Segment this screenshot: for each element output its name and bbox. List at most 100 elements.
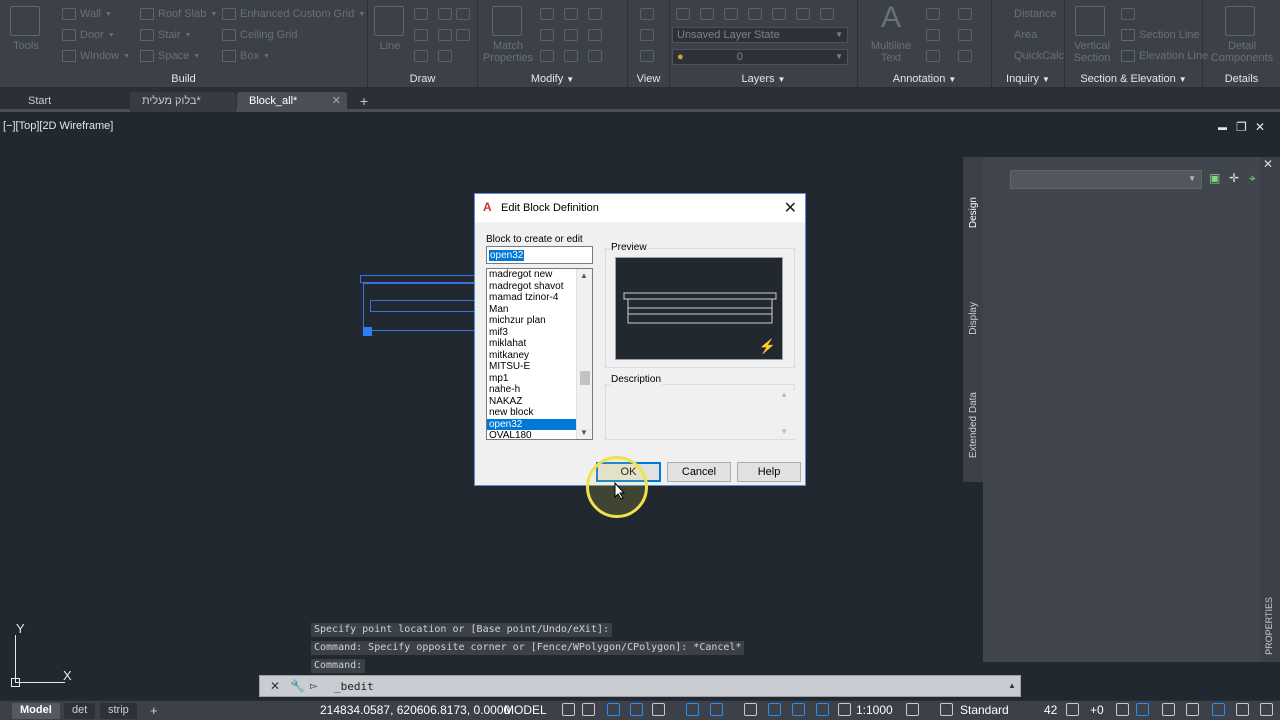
annotation-monitor-icon[interactable] <box>940 703 953 716</box>
tab-extended-data[interactable]: Extended Data <box>968 392 979 458</box>
block-list-item[interactable]: Man <box>487 304 576 316</box>
fullscreen-icon[interactable] <box>1260 703 1273 716</box>
polyline-icon[interactable] <box>414 8 428 20</box>
annotation-title[interactable]: Annotation ▼ <box>858 73 991 85</box>
new-tab-button[interactable]: + <box>352 92 376 112</box>
window-tool[interactable]: Window ▼ <box>62 50 130 62</box>
block-list-item[interactable]: miklahat <box>487 338 576 350</box>
object-snap-icon[interactable] <box>744 703 757 716</box>
view-title[interactable]: View <box>628 73 669 85</box>
tools-icon[interactable] <box>10 6 40 36</box>
grid-display-icon[interactable] <box>562 703 575 716</box>
leader-icon[interactable] <box>958 8 972 20</box>
view-named-icon[interactable] <box>640 29 654 41</box>
cancel-button[interactable]: Cancel <box>667 462 731 482</box>
offset-icon[interactable] <box>588 29 602 41</box>
lineweight-icon[interactable] <box>768 703 781 716</box>
region-icon[interactable] <box>438 50 452 62</box>
block-list-item[interactable]: new block <box>487 407 576 419</box>
tab-design[interactable]: Design <box>968 197 979 228</box>
history-arrow-icon[interactable]: ▲ <box>1008 681 1016 690</box>
dimension-icon[interactable] <box>926 8 940 20</box>
tab-hebrew-block[interactable]: בלוק מעלית* <box>130 92 236 112</box>
table-icon[interactable] <box>926 29 940 41</box>
command-input[interactable]: _bedit <box>334 680 374 693</box>
enhanced-custom-grid-tool[interactable]: Enhanced Custom Grid ▼ <box>222 8 365 20</box>
annotation-scale-value[interactable]: 1:1000 <box>856 703 893 717</box>
draw-title[interactable]: Draw <box>368 73 477 85</box>
distance-tool[interactable]: Distance <box>994 8 1057 20</box>
layer-iso-icon[interactable] <box>748 8 762 20</box>
ellipse-icon[interactable] <box>456 29 470 41</box>
close-icon[interactable]: ✕ <box>1255 120 1265 134</box>
build-title[interactable]: Build <box>0 73 367 85</box>
layer-match-icon[interactable] <box>700 8 714 20</box>
current-layer-select[interactable]: ● 0 ▼ <box>672 49 848 65</box>
detail-components-icon[interactable] <box>1225 6 1255 36</box>
arc-icon[interactable] <box>438 8 452 20</box>
block-list-item[interactable]: OVAL180 <box>487 430 576 439</box>
block-list-item[interactable]: open32 <box>487 418 576 430</box>
close-tab-icon[interactable]: ✕ <box>332 92 341 110</box>
array-icon[interactable] <box>564 50 578 62</box>
model-space-toggle[interactable]: MODEL <box>504 703 547 717</box>
scroll-up-icon[interactable]: ▲ <box>780 390 788 399</box>
tab-block-all[interactable]: Block_all* ✕ <box>237 92 347 112</box>
clean-screen-icon[interactable] <box>1186 703 1199 716</box>
rotate-icon[interactable] <box>564 8 578 20</box>
block-list[interactable]: madregot new madregot shavot mamad tzinor-… <box>486 268 593 440</box>
block-name-input[interactable]: open32 <box>486 246 593 264</box>
viewport-label[interactable]: [−][Top][2D Wireframe] <box>3 120 113 132</box>
cut-plane-value[interactable]: 42 <box>1044 703 1057 717</box>
surface-hatch-icon[interactable] <box>1116 703 1129 716</box>
details-title[interactable]: Details <box>1203 73 1280 85</box>
close-icon[interactable]: ✕ <box>784 198 797 218</box>
isodraft-icon[interactable] <box>686 703 699 716</box>
help-button[interactable]: Help <box>737 462 801 482</box>
select-objects-icon[interactable]: ✛ <box>1229 171 1243 185</box>
block-list-item[interactable]: mif3 <box>487 327 576 339</box>
layout-tab-strip[interactable]: strip <box>100 703 137 719</box>
annotation-scale-icon[interactable] <box>838 703 851 716</box>
ortho-icon[interactable] <box>630 703 643 716</box>
hatch-icon[interactable] <box>438 29 452 41</box>
scroll-down-icon[interactable]: ▼ <box>780 427 788 436</box>
isolate-objects-icon[interactable] <box>1136 703 1149 716</box>
tab-display[interactable]: Display <box>968 302 979 335</box>
section-tool-icon[interactable] <box>1121 8 1135 20</box>
scale-icon[interactable] <box>588 8 602 20</box>
layout-tab-det[interactable]: det <box>64 703 96 719</box>
object-type-select[interactable]: ▼ <box>1010 170 1202 189</box>
layer-state-select[interactable]: Unsaved Layer State ▼ <box>672 27 848 43</box>
layer-properties-icon[interactable] <box>676 8 690 20</box>
view-cube-icon[interactable] <box>640 8 654 20</box>
layer-previous-icon[interactable] <box>724 8 738 20</box>
block-list-item[interactable]: madregot new <box>487 269 576 281</box>
move-icon[interactable] <box>540 8 554 20</box>
scroll-thumb[interactable] <box>580 371 590 385</box>
door-tool[interactable]: Door ▼ <box>62 29 115 41</box>
minimize-icon[interactable]: ▬ <box>1218 122 1227 132</box>
circle-icon[interactable] <box>414 29 428 41</box>
block-list-item[interactable]: nahe-h <box>487 384 576 396</box>
text-A-icon[interactable]: A <box>876 2 906 34</box>
vertical-section-icon[interactable] <box>1075 6 1105 36</box>
tab-start[interactable]: Start <box>16 92 128 112</box>
add-layout-button[interactable]: + <box>142 703 166 719</box>
close-icon[interactable]: ✕ <box>270 679 280 693</box>
coordinates-readout[interactable]: 214834.0587, 620606.8173, 0.0000 <box>320 703 510 717</box>
block-list-item[interactable]: madregot shavot <box>487 281 576 293</box>
elevation-line-tool[interactable]: Elevation Line <box>1121 50 1208 62</box>
ceiling-grid-tool[interactable]: Ceiling Grid <box>222 29 297 41</box>
annotation-visibility-icon[interactable] <box>792 703 805 716</box>
line-icon[interactable] <box>374 6 404 36</box>
inquiry-title[interactable]: Inquiry ▼ <box>992 73 1064 85</box>
wrench-icon[interactable]: 🔧 <box>290 679 305 693</box>
mirror-icon[interactable] <box>564 29 578 41</box>
polar-tracking-icon[interactable] <box>652 703 665 716</box>
hardware-acceleration-icon[interactable] <box>1162 703 1175 716</box>
modify-title[interactable]: Modify ▼ <box>478 73 627 85</box>
layer-key-icon[interactable] <box>1066 703 1079 716</box>
rectangle-icon[interactable] <box>414 50 428 62</box>
workspace-gear-icon[interactable] <box>906 703 919 716</box>
